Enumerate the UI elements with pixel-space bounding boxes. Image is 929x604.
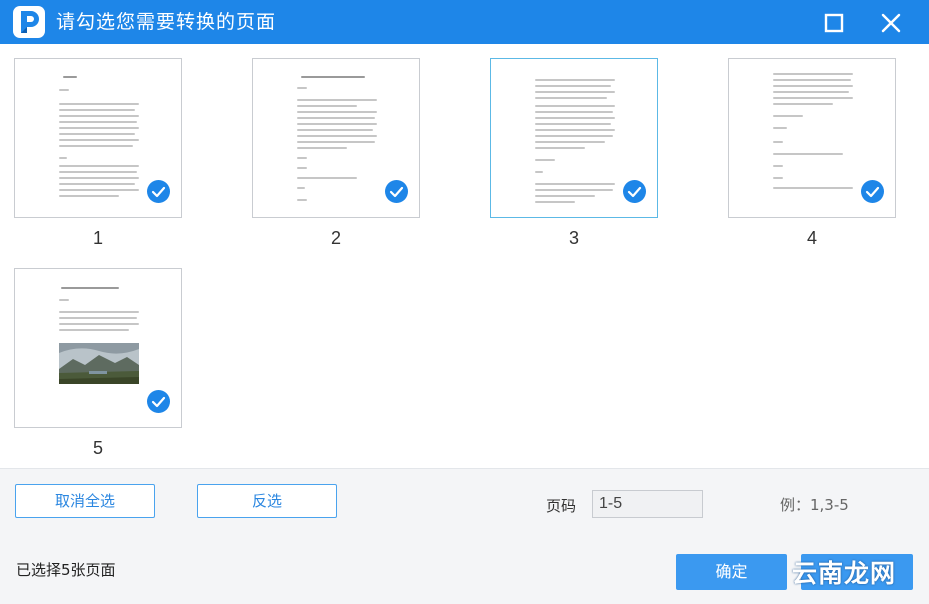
page-range-example: 例：1,3-5: [780, 496, 849, 514]
watermark-text: 云南龙网: [792, 559, 897, 588]
checkmark-icon[interactable]: [623, 180, 646, 203]
page-number-3: 3: [568, 228, 579, 248]
checkmark-icon[interactable]: [147, 390, 170, 413]
confirm-button[interactable]: 确定: [676, 554, 787, 590]
cancel-all-button[interactable]: 取消全选: [15, 484, 155, 518]
maximize-icon: [824, 13, 844, 33]
page-number-5: 5: [92, 438, 103, 458]
close-button[interactable]: [877, 9, 905, 37]
page-number-2: 2: [330, 228, 341, 248]
selected-count-text: 已选择5张页面: [16, 561, 116, 579]
checkmark-icon[interactable]: [861, 180, 884, 203]
page-thumbnail-3[interactable]: [490, 58, 658, 218]
title-bar: 请勾选您需要转换的页面: [0, 0, 929, 44]
page-range-label: 页码: [546, 497, 577, 515]
maximize-button[interactable]: [820, 9, 848, 37]
checkmark-icon[interactable]: [147, 180, 170, 203]
app-logo-p-icon: [13, 6, 45, 38]
landscape-photo: [59, 343, 139, 384]
page-thumbnail-5[interactable]: [14, 268, 182, 428]
page-range-input[interactable]: [592, 490, 703, 518]
window-title: 请勾选您需要转换的页面: [56, 11, 277, 33]
page-thumbnail-4[interactable]: [728, 58, 896, 218]
close-icon: [881, 13, 901, 33]
page-number-1: 1: [92, 228, 103, 248]
page-thumbnails-area: 1 2 3 4 5: [0, 44, 929, 468]
checkmark-icon[interactable]: [385, 180, 408, 203]
page-thumbnail-2[interactable]: [252, 58, 420, 218]
invert-selection-button[interactable]: 反选: [197, 484, 337, 518]
page-number-4: 4: [806, 228, 817, 248]
page-thumbnail-1[interactable]: [14, 58, 182, 218]
